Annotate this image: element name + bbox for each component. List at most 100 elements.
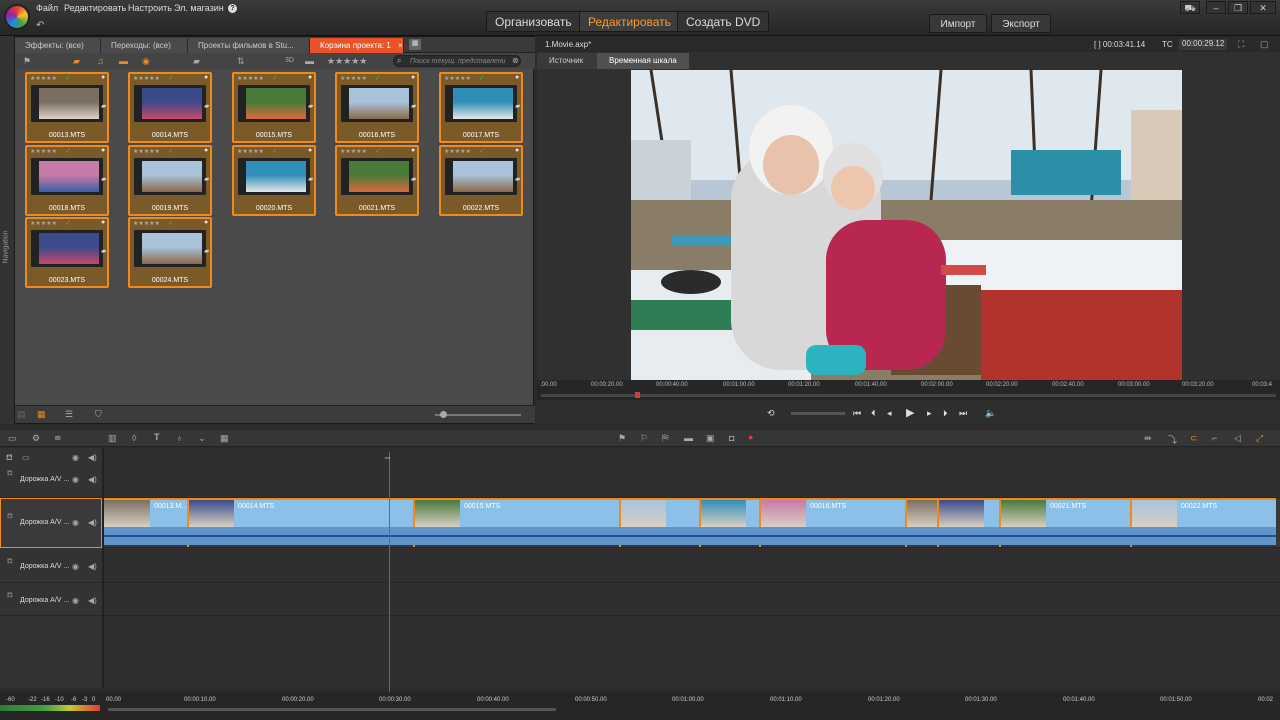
previous-frame-icon[interactable]: ⏴ [871, 408, 876, 419]
mode-organize-button[interactable]: Организовать [486, 11, 581, 32]
rating-stars-icon[interactable]: ★★★★★ [340, 75, 367, 82]
rating-stars-icon[interactable]: ★★★★★ [30, 148, 57, 155]
go-to-end-icon[interactable]: ⏭ [959, 408, 967, 419]
close-icon[interactable]: ✕ [1250, 1, 1276, 14]
playhead-handle-icon[interactable]: ⇔ [383, 452, 392, 462]
audio-filter-icon[interactable]: ♫ [97, 56, 104, 66]
timeline-clip[interactable]: 00015.MTS [414, 500, 620, 527]
rating-stars-icon[interactable]: ★★★★★ [237, 148, 264, 155]
menu-store[interactable]: Эл. магазин [174, 3, 224, 13]
pin-icon[interactable]: ▢ [1260, 39, 1269, 50]
rating-stars-icon[interactable]: ★★★★★ [237, 75, 264, 82]
folder-icon[interactable]: ▰ [101, 247, 106, 255]
step-forward-icon[interactable]: ▸ [927, 408, 932, 419]
clip-info-icon[interactable]: ● [308, 74, 312, 81]
track-mute-icon[interactable]: ◀) [88, 562, 97, 571]
navigation-strip[interactable]: Navigation [0, 36, 14, 424]
folder-icon[interactable]: ▰ [101, 175, 106, 183]
tab-projects[interactable]: Проекты фильмов в Stu... [188, 38, 310, 53]
title-text-icon[interactable]: T [154, 432, 160, 442]
clip-info-icon[interactable]: ● [101, 74, 105, 81]
audio-scrub-icon[interactable]: ◁ [1234, 433, 1241, 444]
tab-project-bin[interactable]: Корзина проекта: 1 × [310, 38, 404, 53]
timeline-clip[interactable]: 00013.M... [104, 500, 188, 527]
track-visibility-icon[interactable]: ◉ [72, 518, 79, 527]
clip-thumbnail[interactable]: ★★★★★ ✓ ● ▰ 00023.MTS [25, 217, 109, 288]
snapshot-icon[interactable]: ◘ [729, 433, 734, 443]
track-4[interactable]: ⛾ Дорожка A/V ... ◉ ◀) [0, 583, 1280, 616]
voiceover-icon[interactable]: ♁ [176, 433, 183, 443]
track-mute-icon[interactable]: ◀) [88, 596, 97, 605]
tab-transitions[interactable]: Переходы: (все) [101, 38, 188, 53]
folder-icon[interactable]: ▰ [308, 175, 313, 183]
track-visibility-icon[interactable]: ◉ [72, 562, 79, 571]
tag-icon[interactable]: ⛉ [95, 409, 102, 420]
player-ruler[interactable]: .00.00 00:00:20.00 00:00:40.00 00:01:00.00 0… [537, 380, 1280, 400]
folder-icon[interactable]: ▰ [101, 102, 106, 110]
clip-thumbnail[interactable]: ★★★★★ ✓ ● ▰ 00016.MTS [335, 72, 419, 143]
track-mute-icon[interactable]: ◀) [88, 475, 97, 484]
help-icon[interactable]: ? [228, 4, 237, 13]
delete-icon[interactable]: ▣ [706, 433, 715, 444]
timeline-clip[interactable] [906, 500, 952, 527]
minimize-icon[interactable]: – [1206, 1, 1226, 14]
shuttle-slider[interactable] [791, 412, 845, 415]
mute-all-icon[interactable]: ◀) [88, 453, 97, 462]
track-lock-icon[interactable]: ⛾ [7, 512, 13, 521]
rating-stars-icon[interactable]: ★★★★★ [133, 148, 160, 155]
timeline-clip[interactable] [620, 500, 700, 527]
clip-info-icon[interactable]: ● [515, 74, 519, 81]
tab-source[interactable]: Источник [537, 53, 597, 69]
track-1[interactable]: ⛾ Дорожка A/V ... ◉ ◀) [0, 463, 1280, 498]
clip-thumbnail[interactable]: ★★★★★ ✓ ● ▰ 00014.MTS [128, 72, 212, 143]
flag-icon[interactable]: ⚑ [23, 56, 31, 67]
track-label[interactable]: Дорожка A/V ... [20, 563, 69, 570]
grid-view-icon[interactable]: ▦ [37, 409, 46, 420]
video-filter-icon[interactable]: ▰ [73, 56, 80, 67]
rating-stars-icon[interactable]: ★★★★★ [340, 148, 367, 155]
clip-info-icon[interactable]: ● [101, 219, 105, 226]
folder-icon[interactable]: ▰ [411, 102, 416, 110]
folder-icon[interactable]: ▰ [204, 247, 209, 255]
marker-icon[interactable]: ◊ [132, 433, 136, 443]
rating-stars-icon[interactable]: ★★★★★ [133, 75, 160, 82]
storyboard-icon[interactable]: ▦ [220, 433, 229, 444]
track-label[interactable]: Дорожка A/V ... [20, 476, 69, 483]
thumbnail-size-handle[interactable] [440, 411, 447, 418]
timeline-scrollbar[interactable] [108, 708, 556, 711]
magnet-icon[interactable]: ⊂ [1190, 433, 1198, 444]
clip-info-icon[interactable]: ● [204, 147, 208, 154]
timeline-settings-icon[interactable]: ▭ [8, 433, 17, 444]
clip-info-icon[interactable]: ● [411, 74, 415, 81]
ripple-icon[interactable]: ⛿ [662, 433, 669, 444]
menu-edit[interactable]: Редактировать [64, 3, 126, 13]
visibility-all-icon[interactable]: ◉ [72, 453, 79, 462]
snap-icon[interactable]: ≐ [54, 433, 62, 444]
clip-thumbnail[interactable]: ★★★★★ ✓ ● ▰ 00022.MTS [439, 145, 523, 216]
rating-stars-icon[interactable]: ★★★★★ [30, 220, 57, 227]
playhead[interactable] [389, 452, 390, 702]
trim-icon[interactable]: ⌐ [1212, 433, 1217, 443]
timeline-clip[interactable] [700, 500, 760, 527]
clip-info-icon[interactable]: ● [101, 147, 105, 154]
timeline-clip[interactable]: 00021.MTS [1000, 500, 1131, 527]
folder-icon[interactable]: ▰ [515, 175, 520, 183]
rating-stars-icon[interactable]: ★★★★★ [444, 75, 471, 82]
trash-icon[interactable]: ▤ [17, 409, 26, 420]
clip-thumbnail[interactable]: ★★★★★ ✓ ● ▰ 00017.MTS [439, 72, 523, 143]
clip-info-icon[interactable]: ● [411, 147, 415, 154]
folder-icon[interactable]: ▰ [308, 102, 313, 110]
video-preview[interactable] [631, 70, 1182, 380]
clip-thumbnail[interactable]: ★★★★★ ✓ ● ▰ 00015.MTS [232, 72, 316, 143]
track-mute-icon[interactable]: ◀) [88, 518, 97, 527]
clip-info-icon[interactable]: ● [204, 219, 208, 226]
track-lock-icon[interactable]: ⛾ [7, 591, 13, 600]
player-scrubber[interactable] [541, 394, 1276, 397]
thumbnail-size-slider[interactable] [435, 414, 521, 416]
clip-info-icon[interactable]: ● [204, 74, 208, 81]
timeline-clip[interactable]: 00016.MTS [760, 500, 906, 527]
menu-settings[interactable]: Настроить [128, 3, 172, 13]
new-tab-icon[interactable]: ▦ [409, 39, 421, 50]
step-back-icon[interactable]: ◂ [887, 408, 892, 419]
sort-icon[interactable]: ⇅ [237, 56, 245, 67]
